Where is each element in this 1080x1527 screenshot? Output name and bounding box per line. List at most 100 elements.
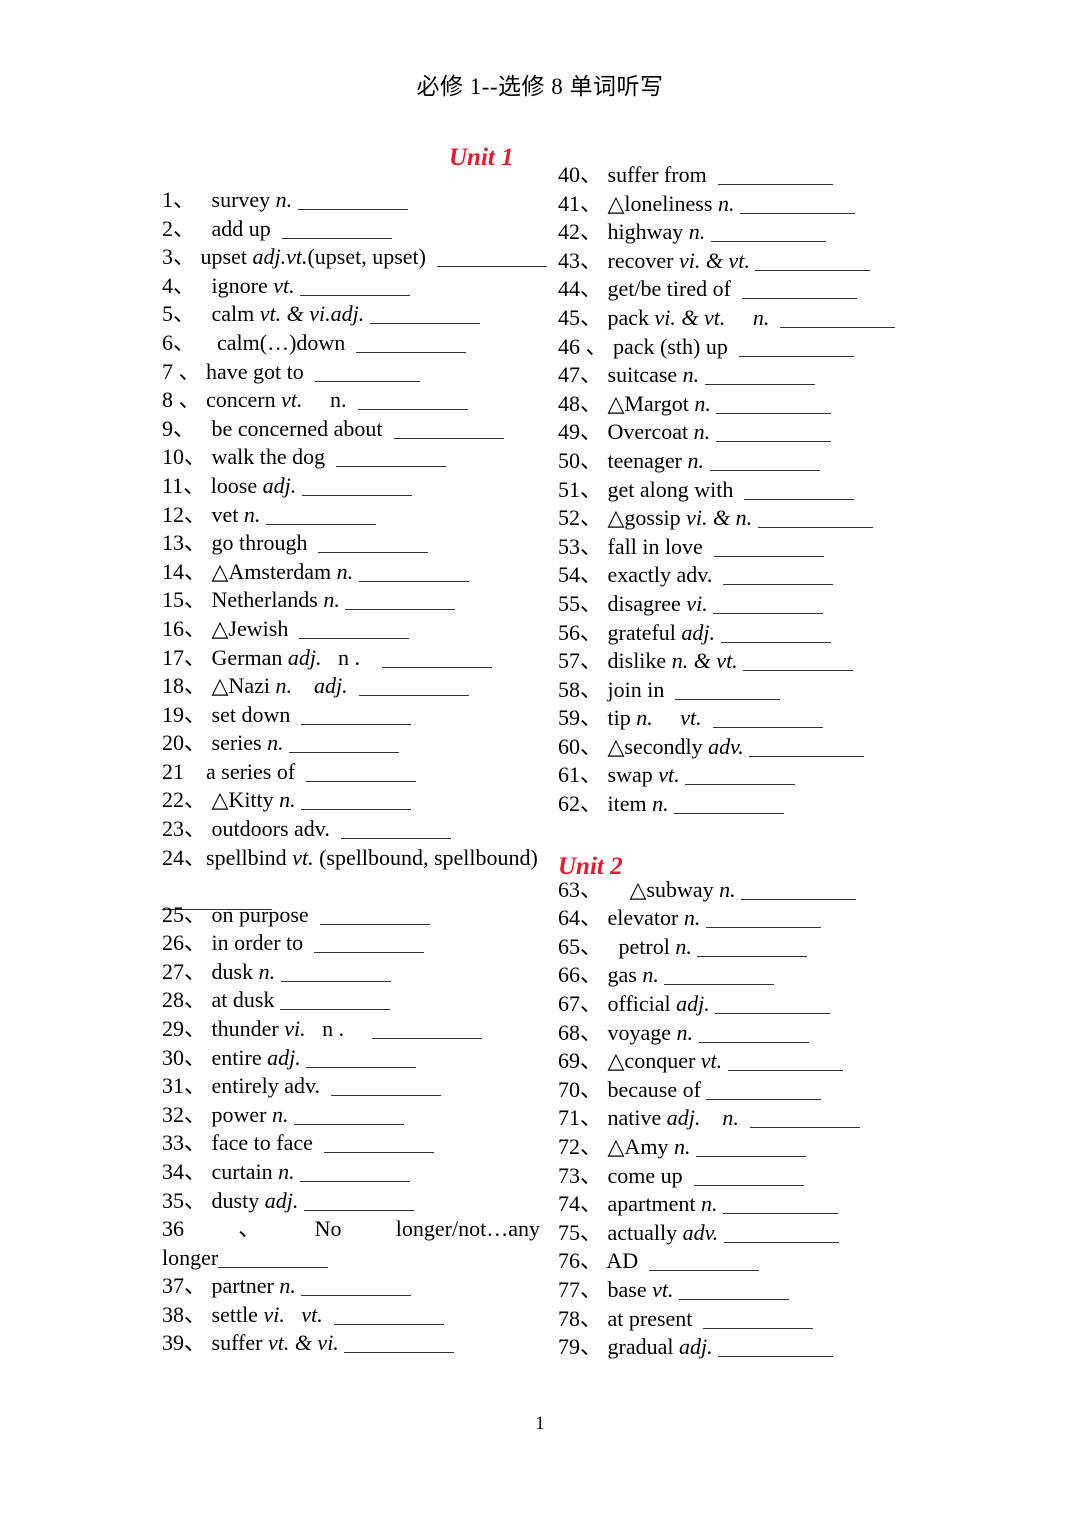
answer-blank[interactable]: [749, 741, 865, 757]
entry-suffix: adj.: [291, 673, 354, 699]
answer-blank[interactable]: [345, 594, 456, 611]
answer-blank[interactable]: [679, 1284, 789, 1300]
answer-blank[interactable]: [356, 337, 467, 353]
answer-blank[interactable]: [695, 1141, 806, 1157]
answer-blank[interactable]: [780, 312, 896, 328]
answer-blank[interactable]: [738, 341, 854, 357]
answer-blank[interactable]: [331, 1080, 442, 1097]
entry-suffix: n .: [305, 1016, 367, 1042]
part-of-speech: adv.: [708, 733, 744, 759]
answer-blank[interactable]: [301, 709, 412, 725]
answer-blank[interactable]: [709, 455, 820, 471]
answer-blank[interactable]: [340, 823, 451, 840]
answer-blank[interactable]: [306, 1052, 417, 1068]
answer-blank[interactable]: [685, 769, 796, 786]
answer-blank[interactable]: [755, 255, 871, 271]
answer-blank[interactable]: [649, 1255, 760, 1272]
answer-blank[interactable]: [314, 937, 425, 954]
answer-blank[interactable]: [749, 1112, 860, 1129]
answer-blank[interactable]: [300, 280, 411, 296]
vocabulary-entry: 55、 disagree vi.: [558, 590, 930, 619]
entry-term: come up: [602, 1162, 689, 1188]
answer-blank[interactable]: [693, 1170, 804, 1186]
answer-blank[interactable]: [265, 509, 376, 525]
answer-blank[interactable]: [710, 226, 826, 243]
answer-blank[interactable]: [358, 680, 469, 697]
entry-number: 72、: [558, 1134, 603, 1159]
answer-blank[interactable]: [712, 712, 823, 729]
answer-blank[interactable]: [336, 451, 447, 468]
answer-blank[interactable]: [727, 1055, 843, 1072]
answer-blank[interactable]: [703, 1313, 814, 1329]
answer-blank[interactable]: [358, 566, 469, 582]
answer-blank[interactable]: [344, 1337, 455, 1354]
answer-blank[interactable]: [716, 398, 832, 414]
part-of-speech: vt.: [652, 1276, 674, 1302]
answer-blank[interactable]: [713, 541, 824, 557]
answer-blank[interactable]: [675, 684, 781, 700]
part-of-speech: adj.: [678, 1334, 713, 1360]
entry-term: in order to: [206, 930, 309, 956]
vocabulary-entry: 71、 native adj. n.: [558, 1104, 930, 1133]
answer-blank[interactable]: [704, 369, 815, 386]
answer-blank[interactable]: [674, 798, 785, 815]
part-of-speech: vi. & n.: [686, 505, 753, 531]
answer-blank[interactable]: [357, 394, 468, 411]
answer-blank[interactable]: [314, 366, 420, 382]
entry-term: suitcase: [602, 362, 683, 388]
answer-blank[interactable]: [741, 283, 857, 300]
entry-term: series: [206, 730, 268, 756]
entry-number: 10、: [162, 444, 207, 470]
answer-blank[interactable]: [306, 766, 417, 782]
answer-blank[interactable]: [303, 1195, 414, 1211]
answer-blank[interactable]: [713, 598, 824, 614]
answer-blank[interactable]: [664, 969, 775, 986]
entry-number: 57、: [558, 648, 603, 674]
answer-blank[interactable]: [757, 512, 873, 529]
answer-blank[interactable]: [723, 569, 834, 586]
answer-blank[interactable]: [722, 1198, 838, 1215]
answer-blank[interactable]: [280, 966, 391, 982]
answer-blank[interactable]: [715, 426, 831, 443]
answer-blank[interactable]: [720, 627, 831, 643]
vocabulary-entry: 39、 suffer vt. & vi.: [162, 1329, 540, 1358]
answer-blank[interactable]: [393, 423, 504, 439]
answer-blank[interactable]: [706, 1084, 822, 1100]
answer-blank[interactable]: [299, 623, 410, 639]
answer-blank[interactable]: [717, 169, 833, 185]
answer-blank[interactable]: [301, 1280, 412, 1297]
vocabulary-entry: 72、 △Amy n.: [558, 1133, 930, 1162]
answer-blank[interactable]: [371, 1023, 482, 1040]
answer-blank[interactable]: [744, 484, 855, 500]
answer-blank[interactable]: [743, 655, 854, 672]
answer-blank[interactable]: [281, 223, 392, 239]
answer-blank[interactable]: [294, 1109, 404, 1125]
entry-term: △Amsterdam: [206, 558, 337, 584]
entry-suffix: vt.: [284, 1301, 329, 1327]
answer-blank[interactable]: [300, 1166, 411, 1182]
answer-blank[interactable]: [715, 998, 831, 1015]
answer-blank[interactable]: [718, 1341, 834, 1358]
answer-blank[interactable]: [319, 909, 430, 925]
answer-blank[interactable]: [705, 912, 821, 929]
entry-suffix: vt.: [652, 705, 708, 731]
answer-blank[interactable]: [279, 994, 390, 1011]
answer-blank[interactable]: [698, 1027, 809, 1043]
vocabulary-entry: 70、 because of: [558, 1076, 930, 1105]
answer-blank[interactable]: [741, 884, 857, 900]
answer-blank[interactable]: [301, 480, 412, 496]
entry-term: at present: [602, 1305, 698, 1331]
answer-blank[interactable]: [369, 308, 480, 325]
answer-blank[interactable]: [697, 941, 808, 957]
answer-blank[interactable]: [289, 737, 400, 754]
answer-blank[interactable]: [437, 251, 547, 268]
answer-blank[interactable]: [218, 1252, 329, 1268]
answer-blank[interactable]: [301, 794, 412, 811]
answer-blank[interactable]: [739, 198, 855, 214]
answer-blank[interactable]: [382, 652, 492, 668]
answer-blank[interactable]: [333, 1309, 444, 1325]
answer-blank[interactable]: [318, 537, 429, 554]
answer-blank[interactable]: [297, 194, 408, 210]
answer-blank[interactable]: [323, 1137, 434, 1154]
answer-blank[interactable]: [723, 1227, 839, 1243]
